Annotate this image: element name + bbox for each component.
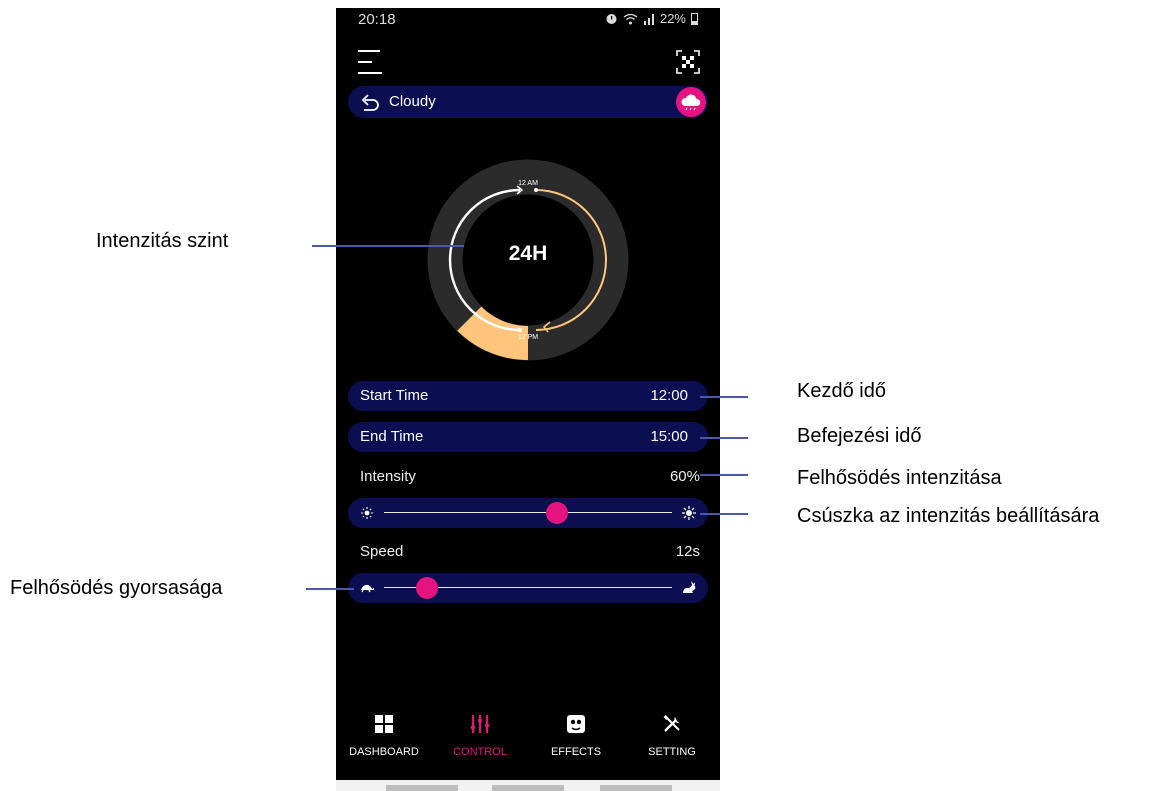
signal-icon [643, 13, 654, 25]
intensity-label: Intensity [360, 468, 416, 485]
speed-slider-thumb[interactable] [416, 577, 439, 599]
battery-icon [691, 12, 698, 25]
status-time: 20:18 [358, 11, 396, 28]
intensity-value: 60% [669, 468, 700, 485]
start-time-value: 12:00 [650, 387, 688, 404]
annotation-line-end-time [700, 437, 748, 439]
annotation-start-time: Kezdő idő [797, 380, 886, 402]
hamburger-menu-icon[interactable] [358, 50, 382, 76]
turtle-icon [361, 584, 374, 593]
nav-dashboard[interactable]: DASHBOARD [336, 704, 432, 758]
annotation-line-intensity-level [312, 245, 464, 247]
end-time-label: End Time [360, 428, 424, 445]
annotation-line-cloud-speed [306, 588, 354, 590]
grid-icon [375, 715, 393, 733]
rabbit-icon [683, 581, 696, 593]
annotated-screenshot: 20:18 22% Cloudy 12 AM 12 PM 24H Start T… [0, 0, 1164, 791]
speed-slider[interactable] [348, 573, 708, 603]
cloud-scene-button[interactable] [676, 87, 706, 117]
annotation-line-cloud-intensity [700, 474, 748, 476]
scene-header: Cloudy [348, 86, 708, 118]
nav-setting[interactable]: SETTING [624, 704, 720, 758]
battery-percent: 22% [659, 11, 686, 26]
bottom-navigation: DASHBOARD CONTROL EFFECTS SETTING [336, 704, 720, 774]
intensity-slider-track[interactable] [384, 512, 672, 513]
intensity-dial[interactable]: 12 AM 12 PM 24H [424, 156, 632, 364]
status-bar: 20:18 22% [336, 8, 720, 34]
nav-control-label: CONTROL [453, 746, 507, 758]
annotation-slider: Csúszka az intenzitás beállítására [797, 505, 1100, 527]
tools-icon [663, 715, 680, 732]
annotation-line-slider [700, 513, 748, 515]
nav-dashboard-label: DASHBOARD [349, 746, 419, 758]
speed-label: Speed [360, 543, 404, 560]
intensity-slider[interactable] [348, 498, 708, 528]
nav-control[interactable]: CONTROL [432, 704, 528, 758]
home-key[interactable] [492, 785, 564, 791]
end-time-row[interactable]: End Time 15:00 [348, 422, 708, 452]
sun-small-icon [361, 507, 373, 519]
intensity-slider-thumb[interactable] [545, 502, 568, 524]
nav-effects-label: EFFECTS [550, 746, 602, 758]
speed-value: 12s [675, 543, 700, 560]
qr-scan-icon[interactable] [676, 50, 700, 74]
scene-title: Cloudy [389, 93, 436, 110]
system-gesture-bar [336, 780, 720, 791]
annotation-intensity-level: Intenzitás szint [96, 230, 229, 252]
effects-icon [567, 715, 585, 733]
annotation-cloud-intensity: Felhősödés intenzitása [797, 467, 1002, 489]
tick-12am: 12 AM [518, 180, 538, 187]
wifi-icon [623, 13, 638, 24]
start-time-row[interactable]: Start Time 12:00 [348, 381, 708, 411]
end-time-value: 15:00 [650, 428, 688, 445]
nav-effects[interactable]: EFFECTS [528, 704, 624, 758]
alarm-icon [606, 14, 617, 24]
recent-apps-key[interactable] [386, 785, 458, 791]
sliders-icon [471, 715, 489, 733]
annotation-line-start-time [700, 396, 748, 398]
phone-screen: 20:18 22% Cloudy 12 AM 12 PM 24H Start T… [336, 8, 720, 791]
annotation-end-time: Befejezési idő [797, 425, 922, 447]
annotation-cloud-speed: Felhősödés gyorsasága [10, 577, 223, 599]
back-arrow-icon[interactable] [360, 92, 380, 112]
back-key[interactable] [600, 785, 672, 791]
tick-12pm: 12 PM [518, 334, 538, 341]
nav-setting-label: SETTING [648, 746, 696, 758]
cloud-icon [681, 94, 701, 111]
sun-large-icon [682, 506, 696, 520]
start-time-label: Start Time [360, 387, 429, 404]
status-icons: 22% [605, 11, 698, 26]
